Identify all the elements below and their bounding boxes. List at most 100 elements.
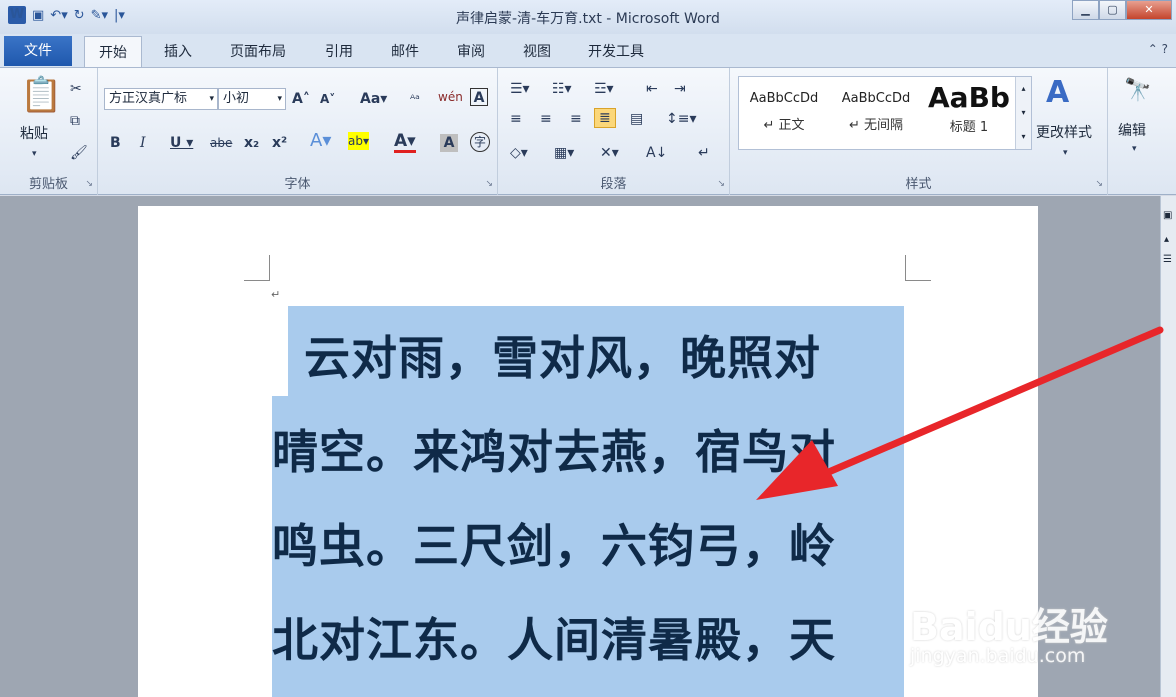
italic-icon[interactable]: I [140, 134, 146, 152]
multilevel-list-icon[interactable]: ☲▾ [594, 80, 614, 98]
window-title: 声律启蒙-清-车万育.txt - Microsoft Word [456, 11, 720, 27]
change-styles-icon[interactable]: A [1046, 76, 1069, 110]
tab-review[interactable]: 审阅 [457, 41, 485, 61]
chevron-down-icon: ▾ [209, 94, 214, 104]
document-line[interactable]: 鸣虫。三尺剑，六钧弓，岭 [272, 510, 836, 576]
editing-dropdown-icon[interactable]: ▾ [1132, 140, 1137, 158]
style-name: ↵ 正文 [763, 118, 805, 133]
phonetic-guide-icon[interactable]: wén [438, 88, 463, 106]
minimize-button[interactable]: ▁ [1072, 0, 1099, 20]
maximize-button[interactable]: ▢ [1099, 0, 1126, 20]
cut-icon[interactable]: ✂ [70, 80, 82, 98]
paragraph-launcher-icon[interactable]: ↘ [717, 179, 725, 189]
watermark-url: jingyan.baidu.com [910, 645, 1086, 667]
show-marks-icon[interactable]: ↵ [698, 144, 710, 162]
bullets-icon[interactable]: ☰▾ [510, 80, 530, 98]
clipboard-launcher-icon[interactable]: ↘ [85, 179, 93, 189]
arrow-head [756, 440, 838, 500]
borders-icon[interactable]: ▦▾ [554, 144, 574, 162]
paste-dropdown-icon[interactable]: ▾ [32, 145, 37, 163]
paragraph-group: ☰▾ ☷▾ ☲▾ ⇤ ⇥ ≡ ≡ ≡ ≣ ▤ ↕≡▾ ◇▾ ▦▾ ✕▾ A↓ ↵… [498, 68, 730, 195]
tab-view[interactable]: 视图 [523, 41, 551, 61]
grow-font-icon[interactable]: A˄ [292, 90, 310, 108]
clear-formatting-icon[interactable]: ᴬᵃ [410, 90, 420, 108]
style-heading-1[interactable]: AaBb 标题 1 [923, 77, 1015, 149]
tab-references[interactable]: 引用 [325, 41, 353, 61]
style-preview: AaBbCcDd [749, 91, 819, 106]
tab-developer[interactable]: 开发工具 [588, 41, 644, 61]
align-left-icon[interactable]: ≡ [510, 110, 522, 128]
line-spacing-icon[interactable]: ↕≡▾ [666, 110, 697, 128]
strikethrough-icon[interactable]: abe [210, 134, 232, 152]
align-center-icon[interactable]: ≡ [540, 110, 552, 128]
tab-home[interactable]: 开始 [84, 36, 142, 68]
shading-icon[interactable]: ◇▾ [510, 144, 528, 162]
paragraph-group-label: 段落 [600, 177, 627, 192]
justify-icon[interactable]: ≣ [594, 108, 616, 128]
clipboard-group-label: 剪贴板 [28, 177, 68, 192]
tab-page-layout[interactable]: 页面布局 [230, 41, 286, 61]
view-ruler-icon[interactable]: ☰ [1163, 254, 1172, 265]
tab-insert[interactable]: 插入 [164, 41, 192, 61]
sort-icon[interactable]: A↓ [646, 144, 667, 162]
scroll-up-icon[interactable]: ▴ [1164, 234, 1169, 245]
title-bar: W ▣ ↶▾ ↻ ✎▾ |▾ 声律启蒙-清-车万育.txt - Microsof… [0, 0, 1176, 34]
align-right-icon[interactable]: ≡ [570, 110, 582, 128]
styles-group-label: 样式 [905, 177, 932, 192]
shrink-font-icon[interactable]: A˅ [320, 90, 335, 108]
font-size-select[interactable]: 小初 ▾ [218, 88, 286, 110]
style-no-spacing[interactable]: AaBbCcDd ↵ 无间隔 [831, 77, 921, 149]
paragraph-mark-icon: ↵ [271, 288, 281, 301]
character-border-icon[interactable]: A [470, 88, 488, 106]
font-group: 方正汉真广标 ▾ 小初 ▾ A˄ A˅ Aa▾ ᴬᵃ wén A B I U ▾ a… [98, 68, 498, 195]
subscript-icon[interactable]: x₂ [244, 134, 259, 152]
style-preview: AaBbCcDd [841, 91, 911, 106]
ribbon-controls[interactable]: ⌃ ? [1148, 42, 1168, 56]
font-name-select[interactable]: 方正汉真广标 ▾ [104, 88, 218, 110]
text-effects-icon[interactable]: A▾ [310, 132, 331, 150]
tab-mailings[interactable]: 邮件 [391, 41, 419, 61]
style-name: ↵ 无间隔 [848, 118, 904, 133]
close-button[interactable]: ✕ [1126, 0, 1172, 20]
format-painter-icon[interactable]: 🖌 [70, 144, 88, 162]
help-icon[interactable]: ? [1162, 42, 1168, 56]
watermark-brand: Baidu经验 [910, 605, 1108, 649]
decrease-indent-icon[interactable]: ⇤ [646, 80, 658, 98]
change-styles-dropdown-icon[interactable]: ▾ [1063, 144, 1068, 162]
font-name-value: 方正汉真广标 [109, 91, 188, 106]
increase-indent-icon[interactable]: ⇥ [674, 80, 686, 98]
bold-icon[interactable]: B [110, 134, 121, 152]
change-case-icon[interactable]: Aa▾ [360, 90, 387, 108]
chevron-down-icon: ▾ [277, 94, 282, 104]
find-icon[interactable]: 🔭 [1124, 78, 1151, 104]
style-preview: AaBb [928, 81, 1010, 114]
character-shading-icon[interactable]: A [440, 134, 458, 152]
paste-icon[interactable]: 📋 [20, 76, 62, 114]
numbering-icon[interactable]: ☷▾ [552, 80, 572, 98]
ruler-toggle-icon[interactable]: ▣ [1163, 210, 1172, 221]
document-line[interactable]: 北对江东。人间清暑殿，天 [272, 604, 836, 670]
underline-icon[interactable]: U ▾ [170, 134, 193, 152]
font-launcher-icon[interactable]: ↘ [485, 179, 493, 189]
styles-gallery: AaBbCcDd ↵ 正文 AaBbCcDd ↵ 无间隔 AaBb 标题 1 ▴… [738, 76, 1032, 150]
styles-launcher-icon[interactable]: ↘ [1095, 179, 1103, 189]
arrow-shaft [806, 326, 1164, 484]
enclose-characters-icon[interactable]: 字 [470, 132, 490, 152]
highlight-icon[interactable]: ab▾ [348, 132, 369, 150]
ribbon-tabs: 文件 开始 插入 页面布局 引用 邮件 审阅 视图 开发工具 ⌃ ? [0, 34, 1176, 68]
distributed-icon[interactable]: ▤ [630, 110, 643, 128]
style-name: 标题 1 [949, 120, 989, 135]
font-group-label: 字体 [284, 177, 311, 192]
chinese-layout-icon[interactable]: ✕▾ [600, 144, 619, 162]
editing-button[interactable]: 编辑 [1118, 120, 1146, 140]
style-normal[interactable]: AaBbCcDd ↵ 正文 [739, 77, 829, 149]
tab-file[interactable]: 文件 [4, 36, 72, 66]
change-styles-button[interactable]: 更改样式 [1036, 122, 1092, 142]
clipboard-group: 📋 粘贴 ▾ ✂ ⧉ 🖌 剪贴板 ↘ [0, 68, 98, 195]
paste-button[interactable]: 粘贴 [20, 123, 48, 143]
copy-icon[interactable]: ⧉ [70, 112, 80, 130]
styles-scroll[interactable]: ▴ ▾ ▾ [1015, 77, 1031, 149]
font-color-icon[interactable]: A▾ [394, 132, 416, 153]
font-size-value: 小初 [223, 91, 250, 106]
superscript-icon[interactable]: x² [272, 134, 287, 152]
